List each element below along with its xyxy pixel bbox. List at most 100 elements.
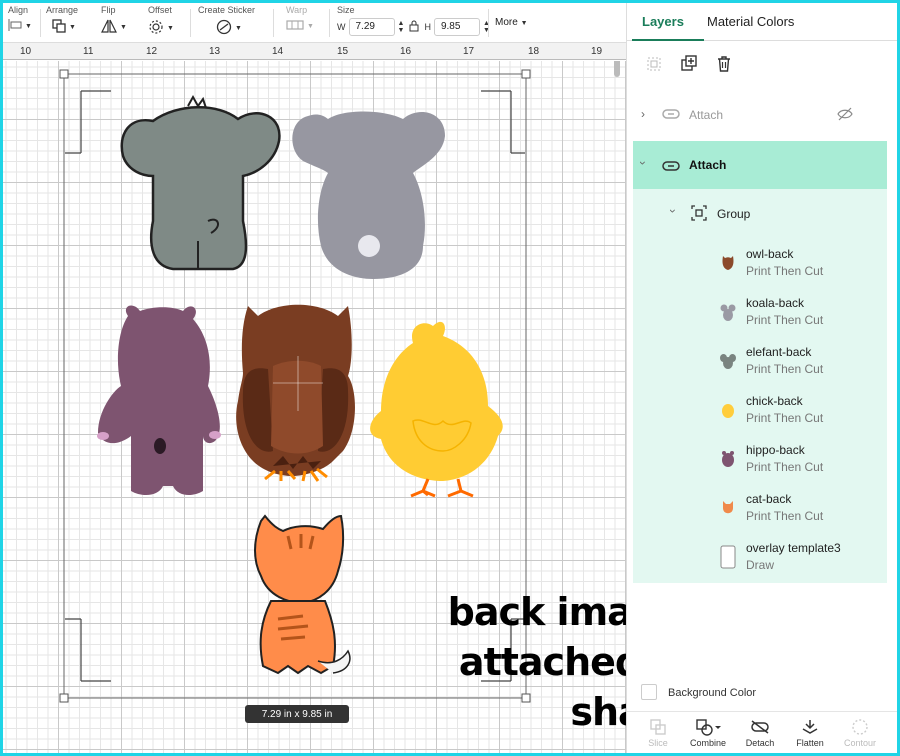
- layer-operation: Print Then Cut: [746, 411, 824, 425]
- chevron-down-icon: ▼: [307, 23, 314, 30]
- warp-label: Warp: [286, 5, 308, 15]
- group-icon[interactable]: [644, 54, 664, 74]
- offset-label: Offset: [148, 5, 172, 15]
- background-color-checkbox[interactable]: [641, 684, 657, 700]
- layer-operation: Print Then Cut: [746, 460, 824, 474]
- owl-back-image[interactable]: [236, 304, 355, 482]
- layer-name: cat-back: [746, 492, 792, 506]
- stepper-icon[interactable]: ▲ ▼: [398, 20, 405, 34]
- owl-thumbnail-icon: [719, 251, 737, 275]
- create-sticker-tool[interactable]: Create Sticker ▼: [198, 5, 255, 38]
- layer-label: Attach: [689, 108, 724, 122]
- arrange-tool[interactable]: Arrange ▼: [46, 5, 78, 36]
- layer-item-elefant-back[interactable]: elefant-back Print Then Cut: [633, 337, 887, 386]
- tab-layers[interactable]: Layers: [642, 14, 684, 29]
- koala-back-image[interactable]: [292, 111, 445, 280]
- combine-label: Combine: [689, 738, 727, 748]
- tab-material-colors[interactable]: Material Colors: [707, 14, 794, 29]
- flatten-icon: [785, 716, 835, 738]
- layer-toolbar: [627, 41, 897, 87]
- layer-group[interactable]: › Group: [633, 189, 887, 237]
- slice-label: Slice: [648, 738, 668, 748]
- flip-label: Flip: [101, 5, 116, 15]
- divider: [190, 9, 191, 37]
- panel-tabs: Layers Material Colors: [627, 3, 897, 41]
- eye-hidden-icon[interactable]: [837, 107, 853, 126]
- contour-label: Contour: [843, 738, 877, 748]
- layer-item-overlay-template[interactable]: overlay template3 Draw: [633, 533, 887, 582]
- duplicate-icon[interactable]: [679, 54, 699, 74]
- height-label: H: [424, 22, 431, 32]
- background-color-row: Background Color: [627, 679, 897, 707]
- elephant-back-image[interactable]: [120, 94, 281, 271]
- layer-name: hippo-back: [746, 443, 805, 457]
- attach-icon: [661, 159, 681, 177]
- more-button[interactable]: More ▼: [495, 17, 528, 28]
- layers-panel: Layers Material Colors › Attach › Attach: [626, 3, 897, 753]
- align-tool[interactable]: Align ▼: [8, 5, 32, 34]
- bottom-toolbar: Slice Combine Detach Flatten Contour: [627, 711, 897, 753]
- divider: [273, 9, 274, 37]
- layer-name: chick-back: [746, 394, 803, 408]
- cat-thumbnail-icon: [719, 496, 737, 520]
- chevron-down-icon: ▼: [69, 24, 76, 31]
- chevron-down-icon: ▼: [235, 25, 242, 32]
- chevron-down-icon[interactable]: ›: [636, 161, 650, 165]
- layer-name: koala-back: [746, 296, 805, 310]
- hippo-back-image[interactable]: [97, 305, 221, 496]
- layer-item-koala-back[interactable]: koala-back Print Then Cut: [633, 288, 887, 337]
- layer-operation: Print Then Cut: [746, 509, 824, 523]
- ruler-number: 16: [400, 46, 412, 57]
- combine-button[interactable]: Combine: [683, 716, 733, 748]
- create-sticker-label: Create Sticker: [198, 5, 256, 15]
- height-input[interactable]: 9.85: [433, 18, 480, 36]
- detach-button[interactable]: Detach: [735, 716, 785, 748]
- chevron-right-icon[interactable]: ›: [641, 107, 645, 121]
- contour-button[interactable]: Contour: [835, 716, 885, 748]
- cat-back-image[interactable]: [254, 514, 351, 675]
- offset-tool[interactable]: Offset ▼: [148, 5, 174, 38]
- layer-attach-selected[interactable]: › Attach: [633, 141, 887, 189]
- chevron-down-icon: ▼: [25, 23, 32, 30]
- chick-back-image[interactable]: [370, 321, 503, 498]
- combine-icon: [683, 716, 733, 738]
- horizontal-ruler: 10 11 12 13 14 15 16 17 18 19: [3, 43, 626, 60]
- chevron-down-icon: ▼: [120, 24, 127, 31]
- attach-icon: [661, 107, 681, 125]
- layer-name: overlay template3: [746, 541, 841, 555]
- arrange-icon: [52, 19, 66, 36]
- size-label: Size: [337, 5, 355, 15]
- contour-icon: [835, 716, 885, 738]
- align-label: Align: [8, 5, 29, 15]
- layer-attach-hidden[interactable]: › Attach: [633, 91, 887, 139]
- layer-operation: Print Then Cut: [746, 313, 824, 327]
- flatten-button[interactable]: Flatten: [785, 716, 835, 748]
- ruler-number: 12: [146, 46, 158, 57]
- layer-item-chick-back[interactable]: chick-back Print Then Cut: [633, 386, 887, 435]
- resize-handle: [59, 69, 69, 79]
- ruler-number: 15: [337, 46, 349, 57]
- layer-item-owl-back[interactable]: owl-back Print Then Cut: [633, 239, 887, 288]
- chevron-down-icon: ▼: [167, 25, 174, 32]
- layer-list: › Attach › Attach › Group owl-back Print…: [633, 89, 887, 583]
- trash-icon[interactable]: [714, 54, 734, 74]
- elephant-thumbnail-icon: [719, 349, 737, 373]
- layer-item-cat-back[interactable]: cat-back Print Then Cut: [633, 484, 887, 533]
- hippo-thumbnail-icon: [719, 447, 737, 471]
- group-icon: [691, 205, 707, 226]
- warp-tool[interactable]: Warp ▼: [286, 5, 314, 34]
- size-tool: Size W 7.29 ▲ ▼ H 9.85 ▲ ▼: [337, 5, 490, 36]
- layer-operation: Print Then Cut: [746, 362, 824, 376]
- top-toolbar: Align ▼ Arrange ▼ Flip ▼ Offset ▼ Create…: [3, 3, 626, 43]
- slice-button[interactable]: Slice: [633, 716, 683, 748]
- align-icon: [8, 19, 22, 34]
- chevron-down-icon[interactable]: ›: [666, 209, 680, 213]
- width-input[interactable]: 7.29: [348, 18, 395, 36]
- lock-icon[interactable]: [409, 20, 419, 35]
- more-label: More: [495, 17, 518, 28]
- warp-icon: [286, 19, 304, 34]
- offset-icon: [148, 19, 164, 38]
- template-thumbnail-icon: [719, 545, 737, 569]
- flip-tool[interactable]: Flip ▼: [101, 5, 127, 36]
- layer-item-hippo-back[interactable]: hippo-back Print Then Cut: [633, 435, 887, 484]
